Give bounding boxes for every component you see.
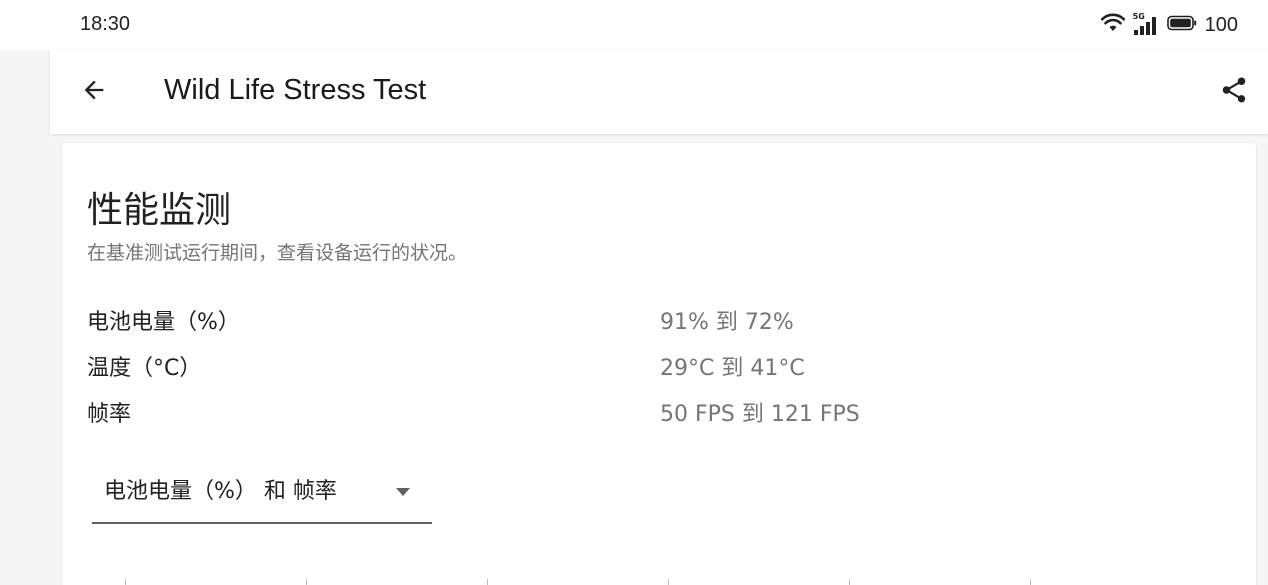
battery-icon <box>1166 15 1197 35</box>
back-button[interactable] <box>74 72 114 112</box>
chart-tick <box>487 579 488 585</box>
card-subtitle: 在基准测试运行期间，查看设备运行的状况。 <box>87 242 468 264</box>
screen: 18:30 5G 100 Wild Life Stress Test 性能监测 … <box>0 0 1268 585</box>
chart-metric-dropdown[interactable]: 电池电量（%） 和 帧率 <box>92 465 432 524</box>
chart-tick <box>306 579 307 585</box>
chart-tick <box>849 579 850 585</box>
left-gutter <box>0 50 50 585</box>
arrow-left-icon <box>80 76 108 108</box>
framerate-metric-label: 帧率 <box>87 402 132 427</box>
triangle-down-icon <box>394 483 412 496</box>
chart-tick <box>125 579 126 585</box>
chart-axis-ticks <box>62 579 1256 585</box>
page-title: Wild Life Stress Test <box>164 74 427 106</box>
chart-tick <box>1030 579 1031 585</box>
share-button[interactable] <box>1214 72 1254 112</box>
share-icon <box>1219 75 1249 109</box>
wifi-icon <box>1100 13 1125 37</box>
card-title: 性能监测 <box>87 190 232 231</box>
signal-icon: 5G <box>1133 12 1159 36</box>
status-time: 18:30 <box>80 13 131 35</box>
dropdown-selected-value: 电池电量（%） 和 帧率 <box>104 479 337 504</box>
temperature-metric-value: 29°C 到 41°C <box>660 356 805 381</box>
app-bar: Wild Life Stress Test <box>50 50 1268 134</box>
temperature-metric-label: 温度（°C） <box>87 356 202 381</box>
battery-metric-value: 91% 到 72% <box>660 310 794 335</box>
status-bar: 18:30 5G 100 <box>0 0 1268 50</box>
framerate-metric-value: 50 FPS 到 121 FPS <box>660 402 860 427</box>
status-icons: 5G 100 <box>1100 12 1238 38</box>
performance-card: 性能监测 在基准测试运行期间，查看设备运行的状况。 电池电量（%） 91% 到 … <box>62 143 1256 585</box>
chart-tick <box>668 579 669 585</box>
battery-level: 100 <box>1204 13 1238 36</box>
battery-metric-label: 电池电量（%） <box>87 310 240 335</box>
